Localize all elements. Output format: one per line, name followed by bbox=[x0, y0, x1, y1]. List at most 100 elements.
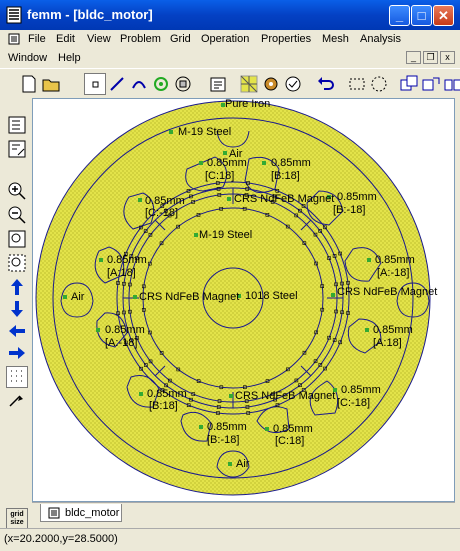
run-gear-icon bbox=[264, 77, 278, 91]
coil-5-circuit: [A:18] bbox=[107, 267, 136, 279]
menu-bar-row2: Window Help _ ❐ x bbox=[0, 49, 460, 67]
block-label-marker bbox=[262, 161, 266, 165]
block-label-marker bbox=[138, 198, 142, 202]
zoom-window-button[interactable] bbox=[6, 252, 28, 274]
zoom-natural-button[interactable] bbox=[6, 228, 28, 250]
new-file-button[interactable] bbox=[18, 73, 40, 95]
menu-operation[interactable]: Operation bbox=[201, 33, 249, 45]
pan-right-button[interactable] bbox=[6, 342, 28, 364]
open-file-button[interactable] bbox=[40, 73, 62, 95]
tab-bldc-motor[interactable]: bldc_motor bbox=[40, 504, 122, 522]
show-names-button[interactable] bbox=[6, 114, 28, 136]
zoom-in-button[interactable] bbox=[6, 180, 28, 202]
drawing-canvas[interactable]: Pure Iron M-19 Steel Air 0.85mm [C:18] 0… bbox=[32, 98, 455, 502]
coil-6-gauge: 0.85mm bbox=[375, 254, 415, 266]
coil-2-gauge: 0.85mm bbox=[271, 157, 311, 169]
undo-icon bbox=[318, 77, 334, 90]
coil-6-circuit: [A:-18] bbox=[377, 267, 409, 279]
menu-properties[interactable]: Properties bbox=[261, 33, 311, 45]
segment-icon bbox=[110, 77, 124, 91]
grid-size-button[interactable]: grid size bbox=[6, 508, 28, 530]
snap-grid-button[interactable] bbox=[6, 388, 28, 410]
pan-up-button[interactable] bbox=[6, 276, 28, 298]
open-folder-icon bbox=[42, 79, 60, 92]
edit-list-icon bbox=[8, 140, 26, 158]
edit-names-button[interactable] bbox=[6, 138, 28, 160]
zoom-in-icon bbox=[8, 182, 26, 200]
menu-problem[interactable]: Problem bbox=[120, 33, 161, 45]
block-label-mode-button[interactable] bbox=[150, 73, 172, 95]
bldc-motor-geometry[interactable]: Pure Iron M-19 Steel Air 0.85mm [C:18] 0… bbox=[33, 99, 455, 502]
label-magnet-right: CRS NdFeB Magnet bbox=[337, 286, 437, 298]
menu-help[interactable]: Help bbox=[58, 52, 81, 64]
minimize-button[interactable]: _ bbox=[389, 5, 410, 26]
block-label-marker bbox=[199, 161, 203, 165]
block-label-marker bbox=[229, 394, 233, 398]
block-label-marker bbox=[228, 462, 232, 466]
cursor-coordinates: (x=20.2000,y=28.5000) bbox=[4, 533, 118, 545]
node-icon bbox=[92, 81, 99, 88]
show-grid-button[interactable] bbox=[6, 366, 28, 388]
arc-icon bbox=[132, 81, 146, 89]
arrow-left-icon bbox=[9, 325, 25, 337]
coil-12-circuit: [C:18] bbox=[275, 435, 304, 447]
arc-mode-button[interactable] bbox=[128, 73, 150, 95]
undo-button[interactable] bbox=[315, 73, 337, 95]
block-label-marker bbox=[63, 295, 67, 299]
node-mode-button[interactable] bbox=[84, 73, 106, 95]
menu-window[interactable]: Window bbox=[8, 52, 47, 64]
block-label-marker bbox=[199, 425, 203, 429]
menu-grid[interactable]: Grid bbox=[170, 33, 191, 45]
menu-mesh[interactable]: Mesh bbox=[322, 33, 349, 45]
pan-down-button[interactable] bbox=[6, 298, 28, 320]
list-icon bbox=[8, 116, 26, 134]
close-button[interactable]: ✕ bbox=[433, 5, 454, 26]
mesh-button[interactable] bbox=[238, 73, 260, 95]
label-magnet-left: CRS NdFeB Magnet bbox=[139, 291, 239, 303]
left-toolbar: grid size bbox=[0, 100, 30, 530]
view-results-button[interactable] bbox=[282, 73, 304, 95]
label-1018-steel: 1018 Steel bbox=[245, 290, 298, 302]
menu-analysis[interactable]: Analysis bbox=[360, 33, 401, 45]
label-air-left: Air bbox=[71, 291, 85, 303]
menu-view[interactable]: View bbox=[87, 33, 111, 45]
coil-4-circuit: [B:-18] bbox=[333, 204, 365, 216]
label-magnet-bottom: CRS NdFeB Magnet bbox=[235, 390, 335, 402]
coil-7-gauge: 0.85mm bbox=[105, 324, 145, 336]
block-label-marker bbox=[99, 258, 103, 262]
coil-11-circuit: [B:-18] bbox=[207, 434, 239, 446]
arrow-up-icon bbox=[11, 279, 23, 295]
coil-11-gauge: 0.85mm bbox=[207, 421, 247, 433]
block-label-marker bbox=[265, 427, 269, 431]
zoom-window-icon bbox=[8, 254, 26, 272]
segment-mode-button[interactable] bbox=[106, 73, 128, 95]
move-button[interactable] bbox=[420, 73, 442, 95]
maximize-button[interactable]: □ bbox=[411, 5, 432, 26]
block-label-marker bbox=[169, 130, 173, 134]
block-label-icon bbox=[154, 77, 168, 91]
coil-12-gauge: 0.85mm bbox=[273, 423, 313, 435]
mesh-icon bbox=[240, 75, 258, 93]
pan-left-button[interactable] bbox=[6, 320, 28, 342]
select-circle-button[interactable] bbox=[368, 73, 390, 95]
menu-bar: File Edit View Problem Grid Operation Pr… bbox=[0, 30, 460, 49]
coil-1-gauge: 0.85mm bbox=[207, 157, 247, 169]
femm-app-icon[interactable] bbox=[6, 6, 22, 24]
select-rectangle-button[interactable] bbox=[346, 73, 368, 95]
mirror-button[interactable] bbox=[442, 73, 460, 95]
copy-button[interactable] bbox=[398, 73, 420, 95]
document-icon[interactable] bbox=[8, 33, 20, 45]
mdi-close-button[interactable]: x bbox=[440, 51, 455, 64]
mdi-minimize-button[interactable]: _ bbox=[406, 51, 421, 64]
properties-button[interactable] bbox=[207, 73, 229, 95]
menu-file[interactable]: File bbox=[28, 33, 46, 45]
block-label-marker bbox=[227, 197, 231, 201]
mdi-restore-button[interactable]: ❐ bbox=[423, 51, 438, 64]
run-analysis-button[interactable] bbox=[260, 73, 282, 95]
group-mode-button[interactable] bbox=[172, 73, 194, 95]
title-bar: femm - [bldc_motor] _ □ ✕ bbox=[0, 0, 460, 30]
coil-3-circuit: [C:-18] bbox=[145, 207, 178, 219]
coil-1-circuit: [C:18] bbox=[205, 170, 234, 182]
zoom-out-button[interactable] bbox=[6, 204, 28, 226]
menu-edit[interactable]: Edit bbox=[56, 33, 75, 45]
